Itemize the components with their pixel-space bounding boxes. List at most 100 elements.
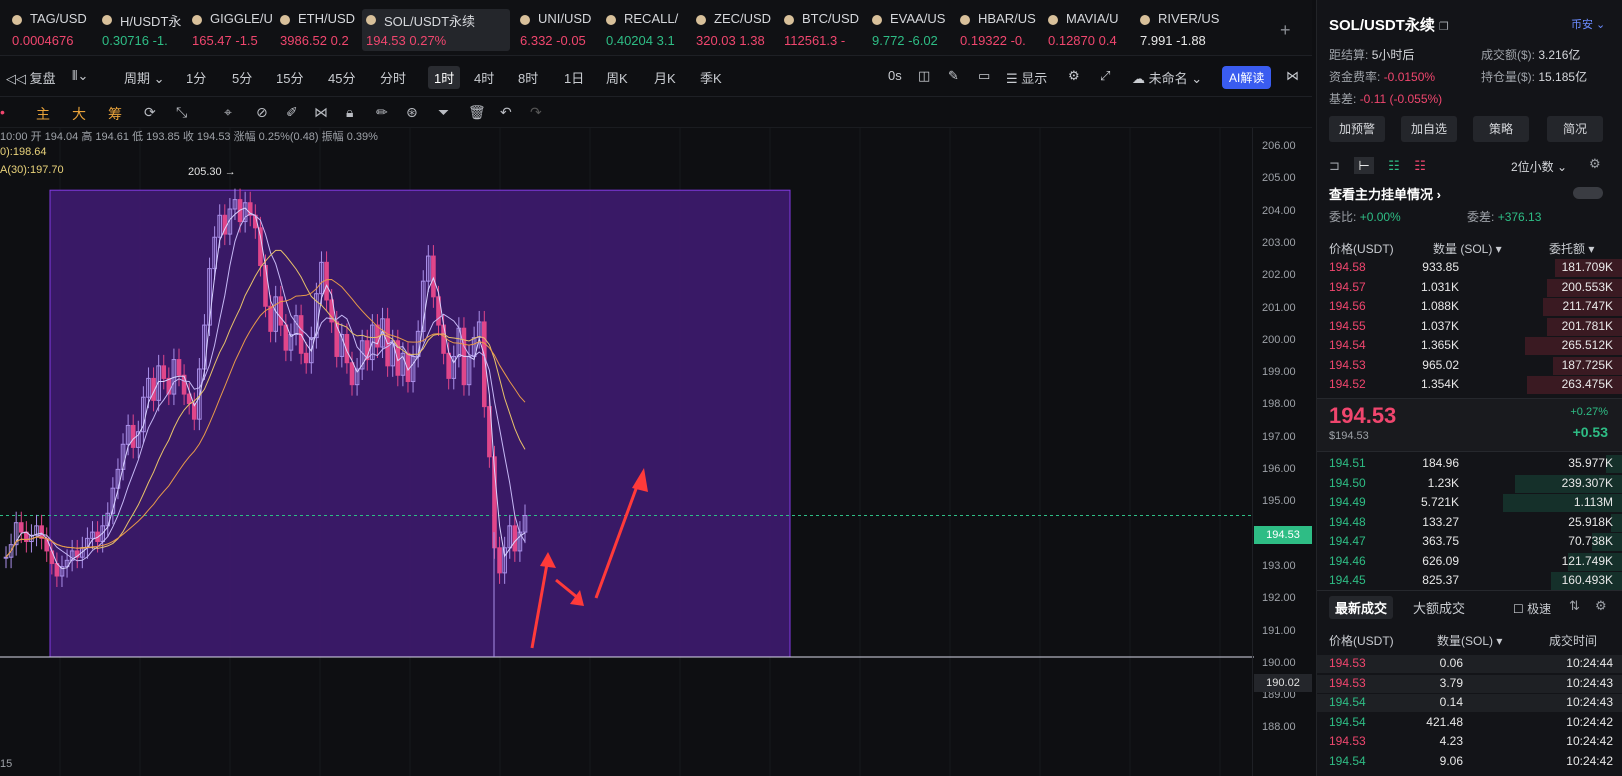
diff-label: 委差: (1467, 210, 1495, 224)
delete-icon[interactable]: 🗑︎ (468, 104, 486, 121)
ask-row[interactable]: 194.58 933.85 181.709K (1317, 258, 1622, 278)
pen-icon[interactable]: ✎ (948, 68, 959, 84)
tab-big-trades[interactable]: 大额成交 (1413, 598, 1465, 617)
main-orders-toggle[interactable] (1573, 187, 1603, 199)
bid-row[interactable]: 194.50 1.23K 239.307K (1317, 474, 1622, 494)
comment-icon[interactable]: ▭ (978, 68, 990, 84)
replay-button[interactable]: ◁◁ 复盘 (6, 68, 56, 87)
add-watchlist-button[interactable]: 加自选 (1401, 116, 1457, 142)
main-orders-link[interactable]: 查看主力挂单情况 › (1329, 184, 1441, 203)
ask-row[interactable]: 194.54 1.365K 265.512K (1317, 336, 1622, 356)
decimals-dropdown[interactable]: 2位小数 ⌄ (1511, 158, 1567, 175)
book-icon-4[interactable]: ☷ (1414, 158, 1426, 173)
trade-col-qty[interactable]: 数量(SOL) ▾ (1437, 632, 1502, 649)
template-dropdown[interactable]: ☁ 未命名 ⌄ (1132, 68, 1202, 87)
trades-settings-icon[interactable]: ⚙ (1595, 598, 1607, 614)
pattern-icon[interactable]: ⋈ (314, 104, 328, 121)
book-icon-1[interactable]: ⊐ (1329, 158, 1340, 173)
ask-qty: 1.365K (1420, 338, 1459, 352)
add-alert-button[interactable]: 加预警 (1329, 116, 1385, 142)
ticker-tab[interactable]: UNI/USD 6.332 -0.05 (516, 9, 612, 51)
bid-row[interactable]: 194.46 626.09 121.749K (1317, 552, 1622, 572)
ticker-tab[interactable]: RIVER/US 7.991 -1.88 (1136, 9, 1232, 51)
ticker-tab[interactable]: ETH/USD 3986.52 0.2 (276, 9, 372, 51)
ticker-tab[interactable]: EVAA/US 9.772 -6.02 (868, 9, 964, 51)
display-button[interactable]: ☰ 显示 (1006, 68, 1047, 87)
timeframe-tab[interactable]: 1日 (564, 68, 584, 87)
filter-icon[interactable]: ⏷ (438, 104, 449, 121)
chip-indicator-button[interactable]: 筹 (108, 104, 122, 124)
sort-icon[interactable]: ⇅ (1569, 598, 1580, 614)
ask-row[interactable]: 194.55 1.037K 201.781K (1317, 317, 1622, 337)
ask-price: 194.56 (1329, 299, 1366, 313)
main-indicator-button[interactable]: 主 (36, 104, 50, 124)
copy-icon[interactable]: ❐ (1439, 21, 1449, 33)
ticker-tab[interactable]: MAVIA/U 0.12870 0.4 (1044, 9, 1140, 51)
ticker-tab[interactable]: SOL/USDT永续 194.53 0.27% (362, 9, 510, 51)
ticker-tab[interactable]: RECALL/0.40204 3.1 (602, 9, 698, 51)
candle-body (3, 556, 9, 559)
book-icon-2[interactable]: ⊢ (1354, 157, 1374, 174)
ticker-symbol: BTC/USD (802, 11, 860, 26)
ticker-tab[interactable]: ZEC/USD 320.03 1.38 (692, 9, 788, 51)
lock-icon[interactable]: 🔒︎ (346, 104, 353, 121)
timeframe-tab[interactable]: 1时 (428, 66, 461, 89)
timeframe-tab[interactable]: 15分 (276, 68, 303, 87)
timeframe-tab[interactable]: 周K (606, 68, 628, 87)
ticker-tab[interactable]: TAG/USD 0.0004676 (8, 9, 104, 51)
bid-row[interactable]: 194.49 5.721K 1.113M (1317, 493, 1622, 513)
strategy-button[interactable]: 策略 (1473, 116, 1529, 142)
ai-interpret-button[interactable]: AI解读 (1222, 66, 1272, 89)
timeframe-tab[interactable]: 季K (700, 68, 722, 87)
edit-icon[interactable]: ✏ (376, 104, 388, 121)
sync-icon[interactable]: ⟳ (144, 104, 156, 121)
timeframe-tab[interactable]: 月K (654, 68, 676, 87)
ask-row[interactable]: 194.57 1.031K 200.553K (1317, 278, 1622, 298)
exchange-dropdown[interactable]: 币安 ⌄ (1571, 16, 1605, 32)
timeframe-tab[interactable]: 45分 (328, 68, 355, 87)
timeframe-tab[interactable]: 分时 (380, 68, 406, 87)
period-dropdown[interactable]: 周期 ⌄ (124, 68, 165, 87)
brush-icon[interactable]: ✐ (286, 104, 298, 121)
book-icon-3[interactable]: ☷ (1388, 158, 1400, 173)
trade-qty: 0.14 (1439, 695, 1463, 709)
main-orders-label: 查看主力挂单情况 (1329, 187, 1434, 202)
ask-row[interactable]: 194.52 1.354K 263.475K (1317, 375, 1622, 395)
redo-icon[interactable]: ↷ (530, 104, 542, 121)
bid-row[interactable]: 194.48 133.27 25.918K (1317, 513, 1622, 533)
col-qty-header[interactable]: 数量 (SOL) ▾ (1433, 240, 1502, 257)
chart-type-icon[interactable]: ⫴⌄ (72, 68, 88, 84)
ticker-tab[interactable]: HBAR/US 0.19322 -0. (956, 9, 1052, 51)
measure-icon[interactable]: ⤡ (176, 104, 187, 121)
fast-checkbox[interactable]: ☐ 极速 (1513, 600, 1551, 617)
col-total-header[interactable]: 委托额 ▾ (1549, 240, 1594, 257)
timeframe-tab[interactable]: 1分 (186, 68, 206, 87)
add-tab-icon[interactable]: + (1280, 20, 1291, 41)
candlestick-chart[interactable] (0, 128, 1312, 776)
timeframe-tab[interactable]: 4时 (474, 68, 494, 87)
tab-latest-trades[interactable]: 最新成交 (1329, 596, 1394, 619)
timeframe-tab[interactable]: 5分 (232, 68, 252, 87)
chart-area[interactable] (0, 128, 1312, 776)
ticker-symbol: HBAR/US (978, 11, 1036, 26)
ticker-tab[interactable]: GIGGLE/U 165.47 -1.5 (188, 9, 284, 51)
magnet-icon[interactable]: ⊛ (406, 104, 418, 121)
cursor-icon[interactable]: ⌖ (224, 104, 232, 121)
undo-icon[interactable]: ↶ (500, 104, 512, 121)
ruler-icon[interactable]: ⊘ (256, 104, 268, 121)
ask-row[interactable]: 194.53 965.02 187.725K (1317, 356, 1622, 376)
bid-row[interactable]: 194.51 184.96 35.977K (1317, 454, 1622, 474)
book-settings-icon[interactable]: ⚙ (1589, 156, 1601, 172)
big-indicator-button[interactable]: 大 (72, 104, 86, 124)
ticker-tab[interactable]: H/USDT永 0.30716 -1. (98, 9, 194, 51)
share-icon[interactable]: ⋈ (1286, 68, 1299, 84)
bid-row[interactable]: 194.47 363.75 70.738K (1317, 532, 1622, 552)
ask-row[interactable]: 194.56 1.088K 211.747K (1317, 297, 1622, 317)
timeframe-tab[interactable]: 8时 (518, 68, 538, 87)
overview-button[interactable]: 简况 (1547, 116, 1603, 142)
fullscreen-icon[interactable]: ⤢ (1100, 68, 1110, 84)
ticker-tab[interactable]: BTC/USD 112561.3 - (780, 9, 876, 51)
camera-icon[interactable]: ◫ (918, 68, 930, 84)
bid-row[interactable]: 194.45 825.37 160.493K (1317, 571, 1622, 591)
settings-icon[interactable]: ⚙ (1068, 68, 1080, 84)
